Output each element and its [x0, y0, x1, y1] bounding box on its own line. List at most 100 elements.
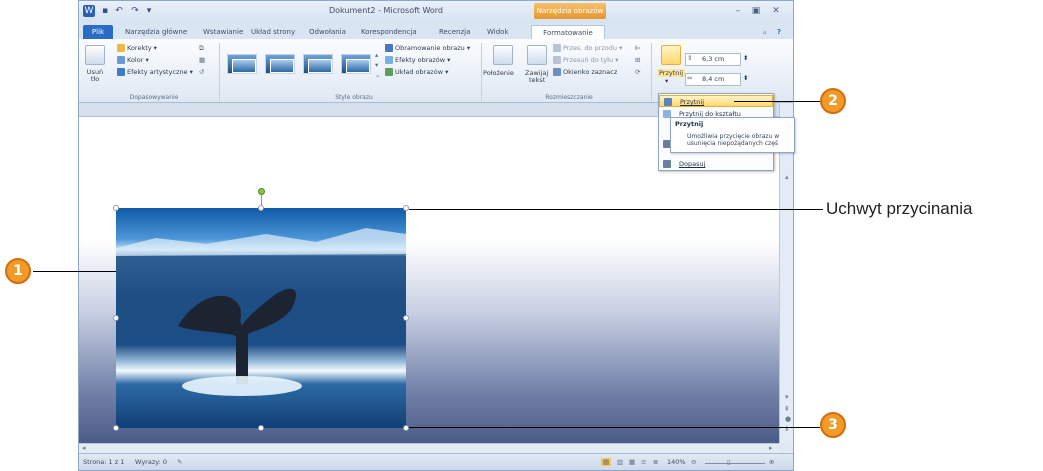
picture-border-button[interactable]: Obramowanie obrazu ▾ [385, 44, 470, 52]
minimize-ribbon-icon[interactable]: ▵ [763, 25, 767, 39]
bring-forward-button[interactable]: Przes. do przodu ▾ [553, 44, 622, 52]
maximize-icon[interactable]: ▣ [749, 6, 763, 16]
picture-style-3[interactable] [303, 54, 333, 74]
horizontal-scrollbar[interactable]: ◂ ▸ [79, 443, 779, 453]
undo-icon[interactable]: ↶ [113, 5, 125, 17]
picture-layout-label: Układ obrazów [395, 68, 444, 76]
compress-pictures-icon[interactable]: ⧉ [199, 44, 204, 53]
browse-object-icon[interactable]: ● [785, 415, 791, 423]
picture-layout-button[interactable]: Układ obrazów ▾ [385, 68, 448, 76]
align-icon[interactable]: ⊫ [635, 44, 641, 52]
picture-effects-label: Efekty obrazów [395, 56, 446, 64]
menu-item-fit[interactable]: Dopasuj [659, 158, 773, 170]
picture-effects-button[interactable]: Efekty obrazów ▾ [385, 56, 450, 64]
height-spinner-icon[interactable]: ⬍ [743, 54, 748, 62]
zoom-level[interactable]: 140% [667, 458, 686, 466]
styles-scroll-up-icon[interactable]: ▴ [375, 51, 378, 59]
crop-handle-left[interactable] [113, 315, 119, 321]
save-icon[interactable]: ▪ [99, 5, 111, 17]
web-layout-icon[interactable]: ▦ [629, 458, 635, 466]
redo-icon[interactable]: ↷ [129, 5, 141, 17]
tab-view[interactable]: Widok [487, 25, 509, 39]
picture-style-1[interactable] [227, 54, 257, 74]
minimize-icon[interactable]: – [731, 6, 745, 16]
selection-pane-button[interactable]: Okienko zaznacz [553, 68, 617, 76]
crop-handle-top-left[interactable] [113, 205, 119, 211]
rotation-handle[interactable] [258, 188, 265, 195]
crop-dropdown-icon[interactable]: ▾ [665, 77, 668, 85]
page-count[interactable]: Strona: 1 z 1 [83, 458, 124, 466]
word-count[interactable]: Wyrazy: 0 [135, 458, 167, 466]
corrections-button[interactable]: Korekty ▾ [117, 44, 157, 52]
color-button[interactable]: Kolor ▾ [117, 56, 149, 64]
wrap-text-icon[interactable] [527, 45, 547, 65]
remove-background-label[interactable]: Usuń tło [83, 69, 107, 83]
previous-page-icon[interactable]: ⇞ [784, 405, 790, 413]
outline-icon[interactable]: ≡ [641, 458, 646, 466]
crop-handle-bottom-right[interactable] [403, 425, 409, 431]
rotate-icon[interactable]: ⟳ [635, 68, 640, 76]
callout-1-leader [33, 271, 116, 272]
crop-handle-top-right[interactable] [403, 205, 409, 211]
picture-effects-icon [385, 56, 393, 64]
group-icon[interactable]: ⊞ [635, 56, 640, 64]
crop-handle-bottom[interactable] [258, 425, 264, 431]
whale-tail-picture[interactable] [116, 208, 406, 428]
scroll-down-icon[interactable]: ▾ [785, 393, 789, 401]
zoom-in-icon[interactable]: ⊕ [769, 458, 774, 466]
position-icon[interactable] [493, 45, 513, 65]
wrap-text-label-2[interactable]: tekst [529, 76, 545, 84]
width-spinner-icon[interactable]: ⬍ [743, 74, 748, 82]
close-icon[interactable]: ✕ [769, 6, 783, 16]
word-app-icon[interactable]: W [83, 5, 95, 17]
width-field[interactable]: 8,4 cm [685, 73, 741, 86]
width-icon: ⇔ [687, 74, 693, 82]
zoom-slider-thumb-icon[interactable]: ▯ [727, 458, 731, 466]
picture-style-4[interactable] [341, 54, 371, 74]
scroll-up-icon[interactable]: ▴ [785, 173, 789, 181]
tab-mailings[interactable]: Korespondencja [361, 25, 417, 39]
crop-button-label[interactable]: Przytnij [657, 69, 686, 77]
styles-more-icon[interactable]: ⌄ [375, 71, 380, 79]
position-label[interactable]: Położenie [483, 69, 514, 77]
tab-references[interactable]: Odwołania [309, 25, 346, 39]
scroll-right-icon[interactable]: ▸ [769, 444, 773, 453]
change-picture-icon[interactable]: ▦ [199, 56, 205, 64]
help-icon[interactable]: ? [777, 25, 781, 39]
callout-3-leader [409, 427, 820, 428]
reset-picture-icon[interactable]: ↺ [199, 68, 204, 76]
tooltip-title: Przytnij [675, 120, 704, 128]
menu-item-fit-label: Dopasuj [679, 160, 706, 168]
customize-toolbar-icon[interactable]: ▾ [143, 5, 155, 17]
crop-icon[interactable] [661, 45, 681, 65]
height-field[interactable]: 6,3 cm [685, 53, 741, 66]
whale-tail-shape [178, 288, 297, 384]
artistic-effects-button[interactable]: Efekty artystyczne ▾ [117, 68, 193, 76]
crop-handle-bottom-left[interactable] [113, 425, 119, 431]
proofing-icon[interactable]: ✎ [177, 458, 182, 466]
artistic-effects-icon [117, 68, 125, 76]
vertical-scrollbar[interactable]: ▴ ▾ ⇞ ● ⇟ [779, 103, 793, 443]
crop-handle-label: Uchwyt przycinania [826, 199, 973, 218]
tab-home[interactable]: Narzędzia główne [125, 25, 187, 39]
remove-background-icon[interactable] [85, 45, 105, 65]
crop-handle-leader [409, 209, 823, 210]
zoom-out-icon[interactable]: ⊖ [691, 458, 696, 466]
zoom-slider[interactable] [705, 463, 765, 464]
tab-insert[interactable]: Wstawianie [203, 25, 243, 39]
picture-style-2[interactable] [265, 54, 295, 74]
scroll-left-icon[interactable]: ◂ [82, 444, 86, 453]
tab-file[interactable]: Plik [83, 25, 113, 39]
draft-icon[interactable]: ≣ [653, 458, 658, 466]
tab-review[interactable]: Recenzja [439, 25, 470, 39]
tab-page-layout[interactable]: Układ strony [251, 25, 295, 39]
crop-handle-top[interactable] [258, 205, 264, 211]
send-backward-button[interactable]: Przesuń do tyłu ▾ [553, 56, 618, 64]
crop-handle-right[interactable] [403, 315, 409, 321]
tab-format[interactable]: Formatowanie [531, 25, 605, 39]
crop-icon [664, 98, 672, 106]
print-layout-icon[interactable]: ▤ [601, 458, 612, 466]
artistic-effects-label: Efekty artystyczne [127, 68, 188, 76]
reading-layout-icon[interactable]: ▥ [617, 458, 623, 466]
styles-scroll-down-icon[interactable]: ▾ [375, 61, 378, 69]
